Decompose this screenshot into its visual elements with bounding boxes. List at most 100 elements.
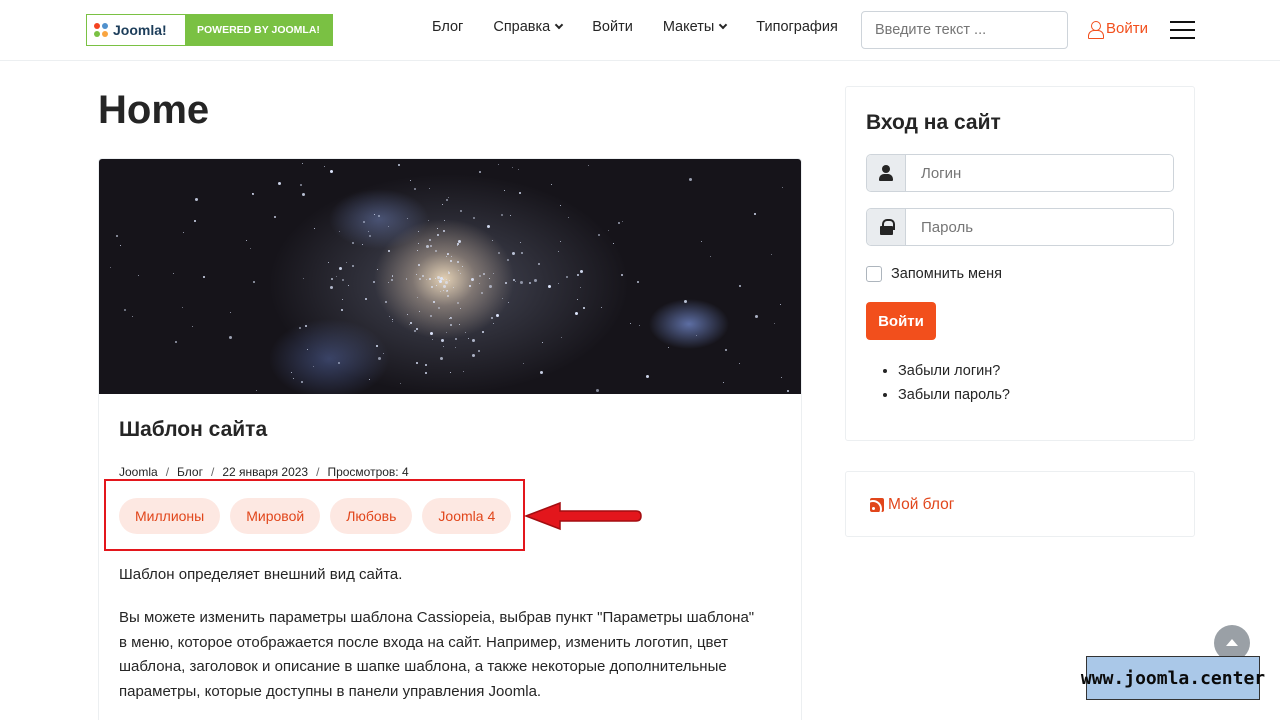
- star-dot: [182, 307, 184, 309]
- meta-separator: /: [165, 465, 170, 479]
- star-dot: [461, 265, 463, 267]
- star-dot: [492, 239, 494, 241]
- star-dot: [443, 345, 445, 347]
- star-dot: [637, 280, 640, 283]
- star-dot: [502, 297, 504, 299]
- star-dot: [330, 278, 333, 280]
- password-group: [866, 208, 1174, 246]
- forgot-password-link[interactable]: Забыли пароль?: [898, 383, 1010, 407]
- header-login-link[interactable]: Войти: [1088, 20, 1148, 39]
- star-dot: [336, 275, 338, 277]
- star-dot: [415, 362, 418, 365]
- star-dot: [418, 242, 420, 244]
- star-dot: [497, 163, 499, 165]
- star-dot: [448, 196, 450, 198]
- star-dot: [436, 227, 438, 229]
- password-addon: [867, 209, 906, 245]
- remember-me[interactable]: Запомнить меня: [866, 266, 1002, 282]
- star-dot: [688, 178, 692, 182]
- star-dot: [457, 240, 461, 244]
- nav-item-login[interactable]: Войти: [592, 19, 633, 35]
- chevron-down-icon: [719, 20, 728, 30]
- star-dot: [440, 357, 444, 361]
- star-dot: [471, 338, 475, 342]
- star-dot: [459, 273, 461, 275]
- star-dot: [449, 260, 452, 263]
- star-dot: [550, 184, 552, 186]
- star-dot: [389, 316, 391, 318]
- star-dot: [339, 266, 343, 270]
- username-group: [866, 154, 1174, 192]
- joomla-logo-icon: [94, 23, 108, 37]
- star-dot: [368, 231, 370, 233]
- password-field[interactable]: [906, 209, 1173, 245]
- meta-subcategory[interactable]: Блог: [177, 465, 203, 479]
- star-dot: [482, 273, 485, 276]
- remember-checkbox[interactable]: [866, 266, 882, 282]
- nav-item-help[interactable]: Справка: [493, 19, 564, 35]
- site-logo[interactable]: Joomla! POWERED BY JOOMLA!: [86, 14, 333, 46]
- star-dot: [417, 296, 419, 298]
- hamburger-icon[interactable]: [1170, 21, 1195, 39]
- star-dot: [387, 249, 390, 252]
- search-input[interactable]: [861, 11, 1068, 49]
- star-dot: [683, 300, 687, 304]
- star-dot: [414, 330, 417, 333]
- star-dot: [398, 164, 401, 167]
- lock-icon: [879, 219, 895, 235]
- star-dot: [391, 275, 393, 277]
- star-dot: [378, 215, 381, 218]
- star-dot: [739, 363, 741, 365]
- star-dot: [301, 192, 305, 196]
- nav-item-typography[interactable]: Типография: [756, 19, 838, 35]
- article-card: Шаблон сайта Joomla / Блог / 22 января 2…: [98, 158, 802, 720]
- star-dot: [346, 261, 348, 263]
- star-dot: [471, 278, 475, 282]
- star-dot: [115, 235, 118, 238]
- star-dot: [442, 204, 444, 206]
- login-submit-button[interactable]: Войти: [866, 302, 936, 340]
- star-dot: [520, 251, 523, 254]
- star-dot: [612, 242, 614, 244]
- star-dot: [517, 169, 519, 171]
- star-dot: [645, 375, 649, 379]
- logo-text: Joomla!: [113, 22, 167, 38]
- star-dot: [493, 273, 495, 275]
- star-dot: [469, 284, 472, 287]
- star-dot: [446, 198, 448, 201]
- star-dot: [426, 244, 430, 248]
- star-dot: [450, 323, 453, 326]
- star-dot: [533, 279, 537, 283]
- meta-category[interactable]: Joomla: [119, 465, 158, 479]
- star-dot: [444, 219, 446, 221]
- star-dot: [341, 309, 344, 312]
- star-dot: [383, 352, 385, 354]
- rss-icon: [870, 498, 884, 512]
- star-dot: [277, 182, 281, 186]
- my-blog-link[interactable]: Мой блог: [870, 496, 954, 514]
- star-dot: [273, 215, 276, 218]
- nav-item-layouts[interactable]: Макеты: [663, 19, 728, 35]
- star-dot: [507, 259, 510, 262]
- star-dot: [378, 356, 382, 360]
- username-field[interactable]: [906, 155, 1173, 191]
- star-dot: [696, 335, 698, 337]
- nav-item-blog[interactable]: Блог: [432, 19, 463, 35]
- star-dot: [515, 280, 517, 282]
- star-dot: [450, 372, 452, 373]
- star-dot: [290, 372, 292, 374]
- star-dot: [437, 234, 440, 236]
- star-dot: [138, 274, 140, 276]
- star-dot: [364, 297, 367, 300]
- article-title[interactable]: Шаблон сайта: [119, 418, 267, 442]
- star-dot: [773, 323, 775, 325]
- star-dot: [418, 263, 421, 266]
- star-dot: [417, 249, 419, 251]
- meta-date: 22 января 2023: [222, 465, 309, 479]
- star-dot: [372, 280, 375, 283]
- star-dot: [369, 234, 372, 237]
- star-dot: [191, 325, 193, 327]
- star-dot: [738, 285, 741, 288]
- forgot-username-link[interactable]: Забыли логин?: [898, 359, 1010, 383]
- meta-views: Просмотров: 4: [327, 465, 409, 479]
